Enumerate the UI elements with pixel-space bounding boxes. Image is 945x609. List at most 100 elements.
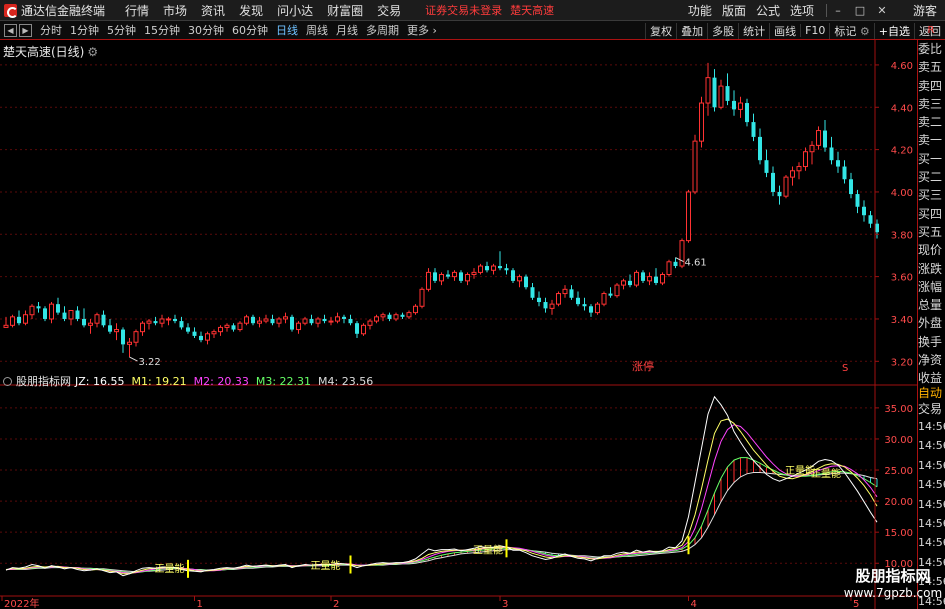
candle-body [537, 297, 541, 303]
draw-line-button[interactable]: 画线 [769, 22, 800, 39]
candle [302, 316, 308, 326]
tab-trade[interactable]: 交易 [918, 401, 945, 417]
tick-time: 14:56 [918, 517, 945, 531]
period-tab-30min[interactable]: 30分钟 [188, 22, 224, 38]
candle [237, 321, 243, 332]
menu-item-layout[interactable]: 版面 [722, 2, 746, 19]
candle-body [290, 316, 294, 330]
right-panel-toggle[interactable]: R [917, 21, 945, 40]
candle [3, 316, 9, 328]
side-item-ask1: 卖一 [918, 133, 943, 148]
trade-login-status[interactable]: 证券交易未登录 [425, 2, 502, 18]
candle [712, 69, 717, 112]
candle [101, 310, 106, 328]
period-tab-more[interactable]: 更多 › [407, 22, 437, 38]
close-icon[interactable]: ✕ [871, 4, 893, 17]
minimize-icon[interactable]: – [827, 4, 849, 17]
menu-item-trade[interactable]: 交易 [377, 2, 401, 19]
candle [809, 141, 815, 165]
statistics-button[interactable]: 统计 [738, 22, 769, 39]
menu-item-quotes[interactable]: 行情 [125, 2, 149, 19]
candle [426, 268, 431, 292]
candle [608, 287, 613, 298]
multi-stock-button[interactable]: 多股 [707, 22, 738, 39]
indicator-settings-icon[interactable] [3, 376, 12, 386]
candle-body [478, 265, 483, 273]
menu-item-market[interactable]: 市场 [163, 2, 187, 19]
side-item-commission-ratio: 委比 [918, 42, 943, 56]
period-tab-daily[interactable]: 日线 [276, 22, 298, 38]
menu-item-news[interactable]: 资讯 [201, 2, 225, 19]
candle-body [647, 276, 652, 282]
period-tab-intraday[interactable]: 分时 [40, 22, 62, 38]
candle-body [803, 151, 808, 168]
candle [562, 285, 568, 298]
candle [367, 318, 373, 330]
candle [387, 312, 392, 322]
menu-item-ask[interactable]: 问小达 [277, 2, 313, 19]
candle-body [679, 240, 685, 267]
current-stock-link[interactable]: 楚天高速 [510, 2, 554, 18]
indicator-name[interactable]: 股朋指标网 [16, 373, 71, 389]
candle-body [614, 284, 620, 297]
candle-body [452, 271, 457, 278]
f10-button[interactable]: F10 [800, 24, 829, 37]
indicator-tick-label: 25.00 [884, 466, 913, 477]
overlay-button[interactable]: 叠加 [676, 22, 707, 39]
tab-auto[interactable]: 自动 [918, 385, 945, 401]
gear-icon[interactable]: ⚙ [87, 45, 98, 59]
candle [777, 185, 782, 205]
candle-body [146, 320, 152, 324]
candle-body [192, 331, 197, 336]
menu-item-discover[interactable]: 发现 [239, 2, 263, 19]
period-tab-1min[interactable]: 1分钟 [70, 22, 99, 38]
add-watchlist-button[interactable]: +自选 [873, 22, 914, 39]
candle-body [582, 304, 587, 307]
candle [699, 96, 704, 148]
period-tab-multi[interactable]: 多周期 [366, 22, 399, 38]
candle [485, 261, 489, 273]
period-tab-monthly[interactable]: 月线 [336, 22, 358, 38]
candle [868, 211, 873, 228]
candle [166, 316, 171, 326]
candle-body [101, 314, 106, 326]
menu-item-function[interactable]: 功能 [688, 2, 712, 19]
mark-button[interactable]: 标记 ⚙ [829, 22, 873, 39]
candle-body [875, 223, 879, 233]
volume-signal-label: 正量能 [311, 559, 341, 572]
candle [692, 134, 698, 195]
candle-body [413, 305, 418, 314]
period-tab-weekly[interactable]: 周线 [306, 22, 328, 38]
candle [783, 175, 789, 199]
nav-back-icon[interactable]: ◀ [4, 23, 17, 37]
candle [36, 302, 41, 313]
stock-title: 楚天高速(日线) ⚙ [3, 43, 98, 60]
period-tab-15min[interactable]: 15分钟 [144, 22, 180, 38]
indicator-value-m3: M3: 22.31 [255, 374, 312, 388]
price-tick-label: 4.60 [891, 61, 913, 72]
tick-time: 14:56 [918, 439, 945, 453]
period-tab-5min[interactable]: 5分钟 [107, 22, 136, 38]
menu-item-options[interactable]: 选项 [790, 2, 814, 19]
candle-body [660, 274, 665, 284]
candle-body [433, 272, 437, 281]
guest-user[interactable]: 游客 [913, 2, 937, 19]
nav-forward-icon[interactable]: ▶ [19, 23, 32, 37]
candle-body [569, 289, 574, 298]
menu-item-wealth-circle[interactable]: 财富圈 [327, 2, 363, 19]
candle-body [283, 316, 288, 320]
period-tab-60min[interactable]: 60分钟 [232, 22, 268, 38]
candle-body [186, 327, 190, 332]
maximize-icon[interactable]: □ [849, 4, 871, 17]
candle [569, 285, 574, 300]
side-item-ask3: 卖三 [918, 96, 943, 111]
candle-body [36, 306, 41, 309]
price-tick-label: 3.60 [891, 273, 913, 284]
adjust-button[interactable]: 复权 [645, 22, 676, 39]
menu-item-formula[interactable]: 公式 [756, 2, 780, 19]
candle [511, 268, 515, 283]
side-item-ask5: 卖五 [918, 60, 943, 75]
candle-body [524, 276, 528, 288]
side-item-price: 现价 [918, 243, 943, 258]
kline-chart[interactable]: 正量能 正量能正量能正量能正量能 4.604.404.204.003.803.60… [0, 40, 917, 609]
